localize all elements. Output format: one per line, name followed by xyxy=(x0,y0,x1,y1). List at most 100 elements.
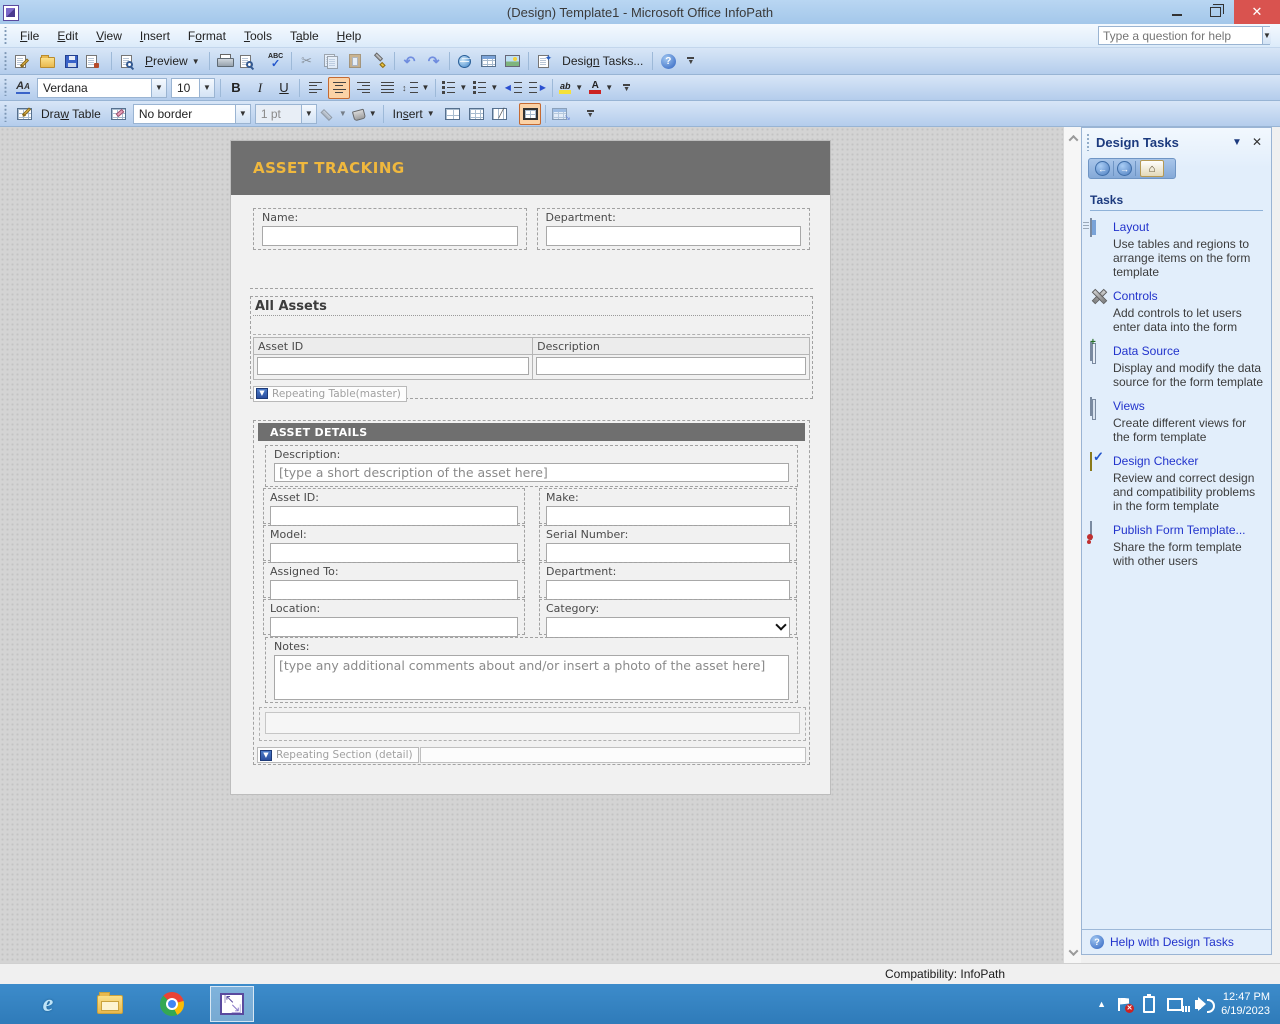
insert-columns-button[interactable] xyxy=(466,103,488,125)
insert-picture-button[interactable] xyxy=(502,50,524,72)
font-name-dropdown-icon[interactable]: ▼ xyxy=(151,79,166,97)
category-field-cell[interactable]: Category: xyxy=(539,599,797,635)
form-title-bar[interactable]: ASSET TRACKING xyxy=(231,141,830,195)
volume-icon[interactable] xyxy=(1195,1000,1201,1009)
new-form-button[interactable] xyxy=(12,50,34,72)
asset-details-section[interactable]: ASSET DETAILS Description: [type a short… xyxy=(253,420,810,765)
help-button[interactable]: ? xyxy=(657,50,679,72)
minimize-button[interactable] xyxy=(1158,0,1196,24)
back-icon[interactable]: ← xyxy=(1095,161,1110,176)
restore-button[interactable] xyxy=(1196,0,1234,24)
redo-button[interactable]: ↷ xyxy=(423,50,445,72)
serial-number-field-cell[interactable]: Serial Number: xyxy=(539,525,797,561)
asset-id-detail-textbox[interactable] xyxy=(270,506,518,526)
repeating-table-tab[interactable]: ▼ Repeating Table(master) xyxy=(253,386,407,402)
align-center-button[interactable] xyxy=(328,77,350,99)
details-empty-row[interactable] xyxy=(259,707,806,741)
make-textbox[interactable] xyxy=(546,506,790,526)
border-style-combo[interactable]: No border ▼ xyxy=(133,104,251,124)
infopath-taskbar-button[interactable] xyxy=(210,986,254,1022)
menu-file[interactable]: File xyxy=(11,26,48,46)
taskbar-clock[interactable]: 12:47 PM 6/19/2023 xyxy=(1221,990,1270,1018)
print-preview-button[interactable] xyxy=(238,50,263,72)
tray-expand-icon[interactable]: ▲ xyxy=(1097,999,1106,1009)
format-painter-button[interactable] xyxy=(368,50,390,72)
help-with-design-tasks-link[interactable]: Help with Design Tasks xyxy=(1110,935,1234,949)
preview-dropdown-icon[interactable]: ▼ xyxy=(192,57,200,66)
border-style-dropdown-icon[interactable]: ▼ xyxy=(235,105,250,123)
location-textbox[interactable] xyxy=(270,617,518,637)
task-pane-menu-icon[interactable]: ▼ xyxy=(1225,137,1249,148)
internet-explorer-icon[interactable]: e xyxy=(28,984,68,1024)
border-width-combo[interactable]: 1 pt ▼ xyxy=(255,104,317,124)
align-right-button[interactable] xyxy=(352,77,374,99)
shading-color-button[interactable]: ▼ xyxy=(351,103,379,125)
underline-button[interactable]: U xyxy=(273,77,295,99)
paste-button[interactable] xyxy=(344,50,366,72)
menu-table[interactable]: Table xyxy=(281,26,328,46)
menu-edit[interactable]: Edit xyxy=(48,26,87,46)
asset-id-cell[interactable] xyxy=(254,355,533,379)
spelling-button[interactable]: ABC✓ xyxy=(265,50,287,72)
toolbar-options-icon[interactable]: ▼ xyxy=(684,51,697,71)
department-detail-field-cell[interactable]: Department: xyxy=(539,562,797,598)
home-icon[interactable]: ⌂ xyxy=(1140,160,1164,177)
border-color-button[interactable]: ▼ xyxy=(320,103,349,125)
decrease-indent-button[interactable]: ◀ xyxy=(502,77,524,99)
notes-field-cell[interactable]: Notes: [type any additional comments abo… xyxy=(265,637,798,703)
assets-repeating-table[interactable]: Asset ID Description xyxy=(253,337,810,380)
department-field-cell[interactable]: Department: xyxy=(537,208,811,250)
file-explorer-icon[interactable] xyxy=(90,984,130,1024)
justify-button[interactable] xyxy=(376,77,398,99)
column-header-description[interactable]: Description xyxy=(533,338,809,355)
design-checker-link[interactable]: Design Checker xyxy=(1113,454,1198,468)
menu-insert[interactable]: Insert xyxy=(131,26,179,46)
split-cells-button[interactable]: ╱ xyxy=(490,103,517,125)
model-textbox[interactable] xyxy=(270,543,518,563)
make-field-cell[interactable]: Make: xyxy=(539,488,797,524)
preview-button[interactable]: Preview ▼ xyxy=(116,50,205,72)
repeating-table-dropdown-icon[interactable]: ▼ xyxy=(256,388,268,399)
insert-table-button[interactable] xyxy=(478,50,500,72)
help-search-input[interactable] xyxy=(1099,29,1262,43)
category-dropdown[interactable] xyxy=(546,617,790,638)
forward-icon[interactable]: → xyxy=(1117,161,1132,176)
copy-button[interactable] xyxy=(320,50,342,72)
column-header-asset-id[interactable]: Asset ID xyxy=(254,338,533,355)
layout-link[interactable]: Layout xyxy=(1113,220,1149,234)
menu-help[interactable]: Help xyxy=(328,26,371,46)
font-name-combo[interactable]: Verdana ▼ xyxy=(37,78,167,98)
all-assets-empty-row[interactable] xyxy=(253,316,810,335)
numbered-list-button[interactable]: ▼ xyxy=(440,77,469,99)
permission-button[interactable] xyxy=(84,50,107,72)
assigned-to-field-cell[interactable]: Assigned To: xyxy=(263,562,525,598)
bold-button[interactable]: B xyxy=(225,77,247,99)
location-field-cell[interactable]: Location: xyxy=(263,599,525,635)
battery-icon[interactable] xyxy=(1143,996,1155,1013)
network-icon[interactable] xyxy=(1167,998,1183,1011)
border-width-dropdown-icon[interactable]: ▼ xyxy=(301,105,316,123)
bullet-list-button[interactable]: ▼ xyxy=(471,77,500,99)
font-size-combo[interactable]: 10 ▼ xyxy=(171,78,215,98)
description-detail-textbox[interactable]: [type a short description of the asset h… xyxy=(274,463,789,482)
task-pane-close-icon[interactable]: ✕ xyxy=(1249,135,1265,149)
all-assets-section[interactable]: All Assets Asset ID Description ▼ xyxy=(250,296,813,399)
asset-id-field-cell[interactable]: Asset ID: xyxy=(263,488,525,524)
highlight-button[interactable]: ab▼ xyxy=(557,77,585,99)
description-field-cell[interactable]: Description: [type a short description o… xyxy=(265,445,798,487)
action-center-icon[interactable]: ✕ xyxy=(1118,998,1131,1011)
repeating-section-tab[interactable]: ▼ Repeating Section (detail) xyxy=(257,747,419,763)
department-detail-textbox[interactable] xyxy=(546,580,790,600)
data-source-link[interactable]: Data Source xyxy=(1113,344,1180,358)
italic-button[interactable]: I xyxy=(249,77,271,99)
controls-link[interactable]: Controls xyxy=(1113,289,1158,303)
table-properties-button[interactable]: ↘ xyxy=(550,103,579,125)
serial-number-textbox[interactable] xyxy=(546,543,790,563)
cut-button[interactable]: ✂ xyxy=(296,50,318,72)
open-button[interactable] xyxy=(36,50,58,72)
chrome-icon[interactable] xyxy=(152,984,192,1024)
description-textbox[interactable] xyxy=(536,357,806,375)
increase-indent-button[interactable]: ▶ xyxy=(526,77,548,99)
line-spacing-button[interactable]: ↕▼ xyxy=(400,77,431,99)
notes-textbox[interactable]: [type any additional comments about and/… xyxy=(274,655,789,700)
